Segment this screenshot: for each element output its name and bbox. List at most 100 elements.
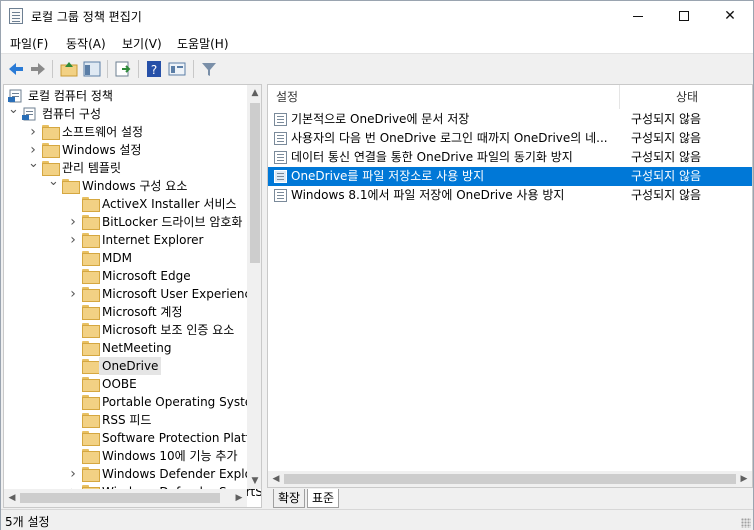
status-bar: 5개 설정	[1, 509, 753, 530]
tree-item[interactable]: Software Protection Platfo	[4, 429, 257, 447]
scroll-thumb[interactable]	[250, 103, 260, 263]
scroll-right-icon[interactable]: ▶	[736, 471, 752, 487]
folder-shape	[82, 341, 100, 356]
tree-item[interactable]: ActiveX Installer 서비스	[4, 195, 247, 213]
scroll-right-icon[interactable]: ▶	[231, 489, 247, 507]
resize-grip-icon[interactable]	[741, 518, 751, 528]
maximize-icon	[679, 11, 689, 21]
close-button[interactable]: ✕	[707, 1, 753, 31]
tree-item-label: Windows 10에 기능 추가	[102, 449, 238, 463]
policy-row[interactable]: OneDrive를 파일 저장소로 사용 방지 구성되지 않음	[268, 167, 752, 186]
folder-icon	[82, 467, 100, 482]
chevron-down-icon[interactable]: ⌄	[28, 155, 39, 173]
scroll-down-icon[interactable]: ▼	[247, 473, 261, 489]
export-list-button[interactable]	[113, 59, 133, 79]
settings-list: 설정 상태 기본적으로 OneDrive에 문서 저장 구성되지 않음 사용자의 다…	[267, 84, 753, 488]
tree-item[interactable]: Windows 10에 기능 추가	[4, 447, 247, 465]
policy-row[interactable]: 데이터 통신 연결을 통한 OneDrive 파일의 동기화 방지 구성되지 않음	[268, 148, 752, 167]
tree-item[interactable]: › 소프트웨어 설정	[4, 123, 247, 141]
tree-item[interactable]: 로컬 컴퓨터 정책	[4, 87, 247, 105]
folder-icon	[82, 359, 100, 374]
chevron-right-icon[interactable]: ›	[68, 285, 78, 303]
policy-row[interactable]: Windows 8.1에서 파일 저장에 OneDrive 사용 방지 구성되지 …	[268, 186, 752, 205]
scroll-left-icon[interactable]: ◀	[4, 489, 20, 507]
folder-shape	[82, 359, 100, 374]
tree-item-label: OOBE	[102, 377, 137, 391]
title-bar[interactable]: 로컬 그룹 정책 편집기 ✕	[1, 1, 753, 31]
tree-item[interactable]: ⌄ 관리 템플릿	[4, 156, 247, 177]
scroll-left-icon[interactable]: ◀	[268, 471, 284, 487]
chevron-right-icon[interactable]: ›	[68, 465, 78, 483]
show-hide-tree-button[interactable]	[82, 59, 102, 79]
policy-row[interactable]: 기본적으로 OneDrive에 문서 저장 구성되지 않음	[268, 110, 752, 129]
forward-button[interactable]	[28, 59, 48, 79]
tree-item[interactable]: Portable Operating System	[4, 393, 261, 411]
menu-action[interactable]: 동작(A)	[66, 35, 106, 52]
toolbar-separator	[52, 60, 53, 78]
chevron-right-icon[interactable]: ›	[28, 123, 38, 141]
back-button[interactable]	[6, 59, 26, 79]
tree-item[interactable]: › Windows 설정	[4, 141, 247, 159]
tree-item[interactable]: OOBE	[4, 375, 247, 393]
tree-item[interactable]: Microsoft 보조 인증 요소	[4, 321, 247, 339]
menu-bar: 파일(F) 동작(A) 보기(V) 도움말(H)	[1, 31, 753, 53]
filter-button[interactable]	[199, 59, 219, 79]
tab-extended[interactable]: 확장	[273, 489, 306, 508]
tree-item[interactable]: Microsoft Edge	[4, 267, 247, 285]
tree-horizontal-scrollbar[interactable]: ◀ ▶	[4, 489, 247, 507]
tree-item[interactable]: NetMeeting	[4, 339, 247, 357]
tree-item-label: RSS 피드	[102, 413, 152, 427]
chevron-down-icon[interactable]: ⌄	[48, 173, 59, 191]
tree-item[interactable]: Microsoft 계정	[4, 303, 247, 321]
folder-icon	[62, 179, 80, 194]
tree-item-label: Windows 구성 요소	[82, 179, 188, 193]
console-tree-icon	[83, 61, 101, 77]
folder-shape	[82, 377, 100, 392]
tree-item-label: NetMeeting	[102, 341, 172, 355]
tree-item[interactable]: › Internet Explorer	[4, 231, 247, 249]
folder-icon	[82, 413, 100, 428]
chevron-right-icon[interactable]: ›	[68, 213, 78, 231]
scroll-up-icon[interactable]: ▲	[247, 85, 261, 101]
scroll-thumb[interactable]	[284, 474, 736, 484]
list-horizontal-scrollbar[interactable]: ◀ ▶	[268, 471, 752, 487]
scroll-thumb[interactable]	[20, 493, 220, 503]
tree-item[interactable]: ⌄ Windows 구성 요소	[4, 174, 247, 195]
policy-setting-icon	[274, 151, 287, 164]
menu-file[interactable]: 파일(F)	[10, 35, 48, 52]
tree-item[interactable]: › BitLocker 드라이브 암호화	[4, 213, 247, 231]
policy-name: 기본적으로 OneDrive에 문서 저장	[291, 112, 470, 126]
properties-button[interactable]	[167, 59, 187, 79]
tree-item[interactable]: MDM	[4, 249, 247, 267]
minimize-button[interactable]	[615, 1, 661, 31]
tab-standard[interactable]: 표준	[307, 489, 340, 508]
tree-item-label: Internet Explorer	[102, 233, 204, 247]
chevron-down-icon[interactable]: ⌄	[8, 101, 19, 119]
back-arrow-icon	[9, 63, 23, 75]
policy-setting-icon	[274, 189, 287, 202]
tree-item[interactable]: › Windows Defender Exploit	[4, 465, 260, 483]
tree-item[interactable]: OneDrive	[4, 357, 247, 375]
up-folder-button[interactable]	[59, 59, 79, 79]
menu-view[interactable]: 보기(V)	[122, 35, 162, 52]
folder-shape	[82, 395, 100, 410]
column-header-setting[interactable]: 설정	[268, 85, 620, 109]
help-button[interactable]: ?	[144, 59, 164, 79]
menu-help[interactable]: 도움말(H)	[177, 35, 229, 52]
folder-icon	[82, 269, 100, 284]
column-header-state[interactable]: 상태	[620, 85, 752, 109]
policy-state: 구성되지 않음	[631, 169, 702, 183]
maximize-button[interactable]	[661, 1, 707, 31]
tree-item[interactable]: RSS 피드	[4, 411, 247, 429]
chevron-right-icon[interactable]: ›	[68, 231, 78, 249]
folder-icon	[82, 215, 100, 230]
policy-row[interactable]: 사용자의 다음 번 OneDrive 로그인 때까지 OneDrive의 네..…	[268, 129, 752, 148]
tree-item-label: Windows Defender Exploit	[102, 467, 260, 481]
tree-vertical-scrollbar[interactable]: ▲ ▼	[247, 85, 261, 489]
tree-item-label: 관리 템플릿	[62, 161, 122, 175]
toolbar-separator	[193, 60, 194, 78]
tree-item[interactable]: › Microsoft User Experience	[4, 285, 259, 303]
folder-shape	[82, 251, 100, 266]
tree-item[interactable]: ⌄ 컴퓨터 구성	[4, 102, 247, 123]
console-tree[interactable]: 로컬 컴퓨터 정책 ⌄ 컴퓨터 구성 › 소프트웨어 설정 › Windows 설정 ⌄ 관리 …	[3, 84, 262, 508]
